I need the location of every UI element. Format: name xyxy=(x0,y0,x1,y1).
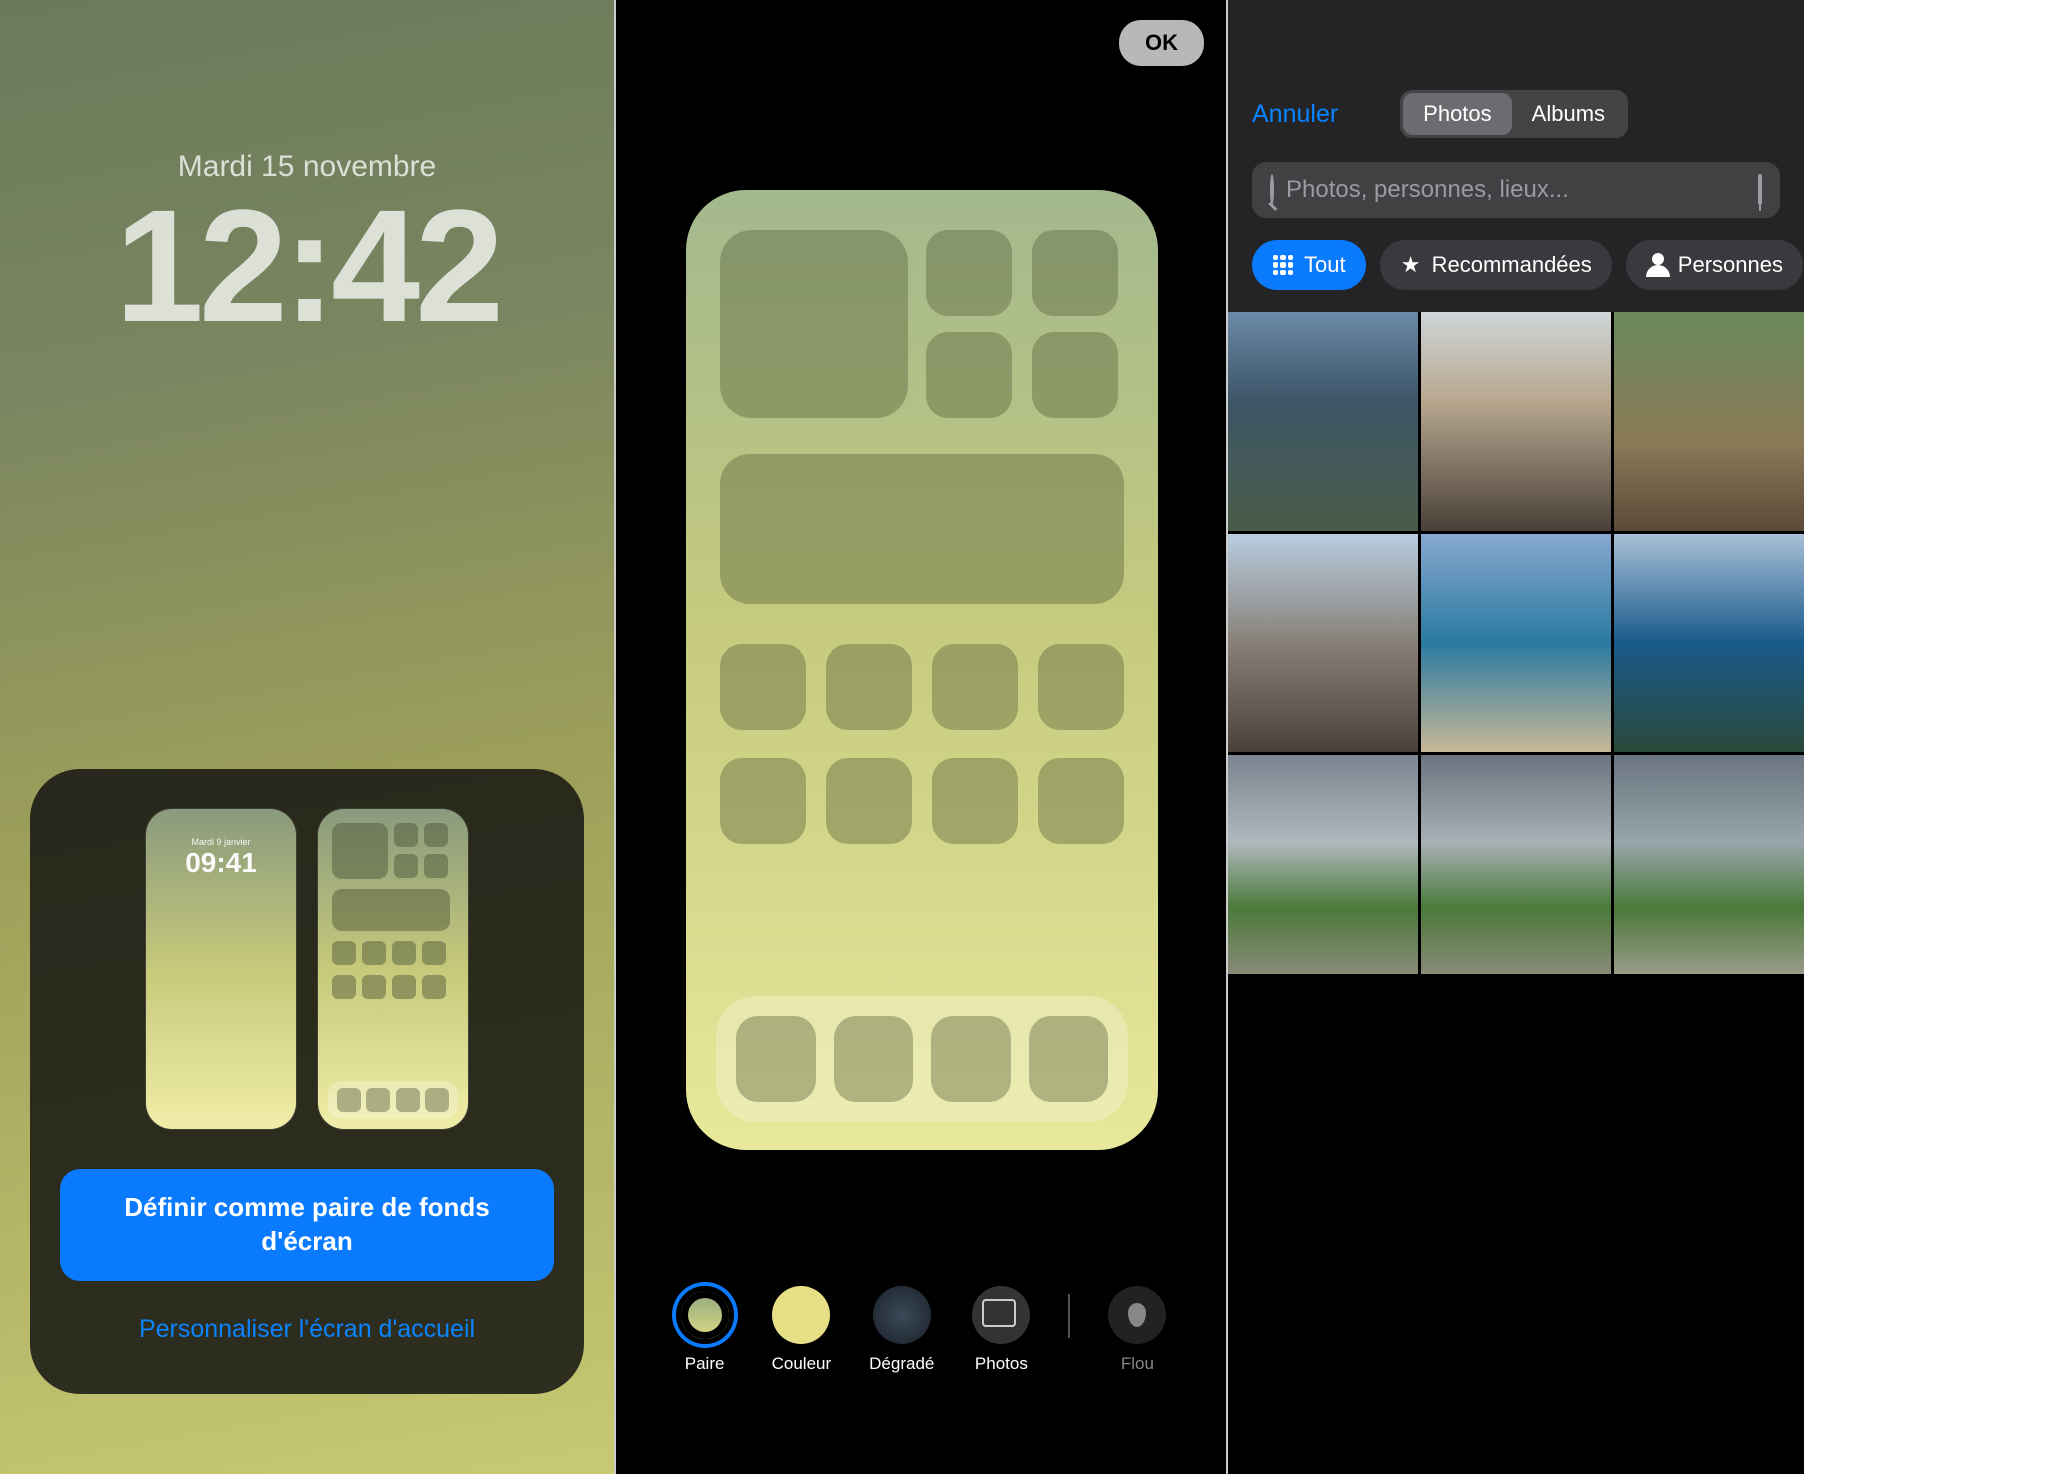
filter-label: Tout xyxy=(1304,252,1346,278)
tool-degrade[interactable]: Dégradé xyxy=(869,1286,934,1374)
app-placeholder xyxy=(720,758,806,844)
grid-icon xyxy=(1272,254,1294,276)
app-placeholder xyxy=(720,644,806,730)
widget-wide-placeholder xyxy=(720,454,1124,604)
mini-app-icon xyxy=(394,823,418,847)
lock-screen-panel: Mardi 15 novembre 12:42 Mardi 9 janvier … xyxy=(0,0,614,1474)
tool-label: Couleur xyxy=(772,1354,832,1374)
photo-thumbnail[interactable] xyxy=(1421,755,1611,974)
mini-app-icon xyxy=(392,975,416,999)
customize-home-link[interactable]: Personnaliser l'écran d'accueil xyxy=(60,1315,554,1344)
mini-app-icon xyxy=(394,854,418,878)
cancel-button[interactable]: Annuler xyxy=(1252,100,1338,129)
filter-label: Recommandées xyxy=(1432,252,1592,278)
mini-app-icon xyxy=(332,941,356,965)
app-placeholder xyxy=(931,1016,1011,1102)
mini-app-icon xyxy=(337,1088,361,1112)
home-screen-editor-panel: OK xyxy=(614,0,1228,1474)
filter-chips: Tout ★ Recommandées Personnes xyxy=(1252,240,1780,312)
app-placeholder xyxy=(1032,332,1118,418)
tool-paire[interactable]: Paire xyxy=(676,1286,734,1374)
photo-thumbnail[interactable] xyxy=(1228,312,1418,531)
mini-app-icon xyxy=(362,975,386,999)
mini-app-icon xyxy=(424,854,448,878)
photos-icon xyxy=(972,1286,1030,1344)
photo-thumbnail[interactable] xyxy=(1614,755,1804,974)
mini-app-icon xyxy=(424,823,448,847)
dock-placeholder xyxy=(716,996,1128,1122)
photo-thumbnail[interactable] xyxy=(1228,755,1418,974)
picker-segmented-control: Photos Albums xyxy=(1400,90,1628,138)
mini-app-icon xyxy=(422,975,446,999)
app-placeholder xyxy=(932,644,1018,730)
picker-header: Annuler Photos Albums Photos, personnes,… xyxy=(1228,0,1804,312)
app-placeholder xyxy=(926,230,1012,316)
mini-app-icon xyxy=(425,1088,449,1112)
blur-icon xyxy=(1108,1286,1166,1344)
toolbar-separator xyxy=(1068,1294,1070,1338)
mini-widget xyxy=(332,823,388,879)
app-placeholder xyxy=(932,758,1018,844)
filter-label: Personnes xyxy=(1678,252,1783,278)
mini-app-icon xyxy=(396,1088,420,1112)
app-placeholder xyxy=(1032,230,1118,316)
app-placeholder xyxy=(826,644,912,730)
tool-flou[interactable]: Flou xyxy=(1108,1286,1166,1374)
mini-dock xyxy=(328,1081,458,1119)
lock-time: 12:42 xyxy=(0,174,614,358)
mini-app-icon xyxy=(362,941,386,965)
search-placeholder: Photos, personnes, lieux... xyxy=(1286,176,1569,204)
mini-widget-wide xyxy=(332,889,450,931)
ok-button[interactable]: OK xyxy=(1119,20,1204,66)
color-swatch-icon xyxy=(772,1286,830,1344)
wallpaper-previews: Mardi 9 janvier 09:41 xyxy=(60,809,554,1129)
app-placeholder xyxy=(926,332,1012,418)
app-placeholder xyxy=(1038,644,1124,730)
background-toolbar: Paire Couleur Dégradé Photos Flou xyxy=(616,1286,1226,1374)
photo-thumbnail[interactable] xyxy=(1228,534,1418,753)
star-icon: ★ xyxy=(1400,254,1422,276)
widget-placeholder xyxy=(720,230,908,418)
mini-time: 09:41 xyxy=(146,847,296,879)
app-placeholder xyxy=(736,1016,816,1102)
mini-date: Mardi 9 janvier xyxy=(146,837,296,847)
photo-picker-panel: Annuler Photos Albums Photos, personnes,… xyxy=(1228,0,1804,1474)
tab-albums[interactable]: Albums xyxy=(1512,93,1625,135)
mini-app-icon xyxy=(392,941,416,965)
search-icon xyxy=(1270,176,1274,204)
mini-home-grid xyxy=(318,809,468,1013)
filter-recommended[interactable]: ★ Recommandées xyxy=(1380,240,1612,290)
filter-people[interactable]: Personnes xyxy=(1626,240,1803,290)
photo-thumbnail[interactable] xyxy=(1421,312,1611,531)
mini-app-icon xyxy=(422,941,446,965)
home-screen-preview[interactable] xyxy=(318,809,468,1129)
mini-app-icon xyxy=(332,975,356,999)
tool-label: Dégradé xyxy=(869,1354,934,1374)
microphone-icon[interactable] xyxy=(1758,176,1762,204)
tool-photos[interactable]: Photos xyxy=(972,1286,1030,1374)
app-placeholder xyxy=(1029,1016,1109,1102)
tab-photos[interactable]: Photos xyxy=(1403,93,1512,135)
set-wallpaper-sheet: Mardi 9 janvier 09:41 xyxy=(30,769,584,1394)
tool-label: Photos xyxy=(975,1354,1028,1374)
tool-label: Paire xyxy=(685,1354,725,1374)
home-preview xyxy=(686,190,1158,1150)
photo-grid xyxy=(1228,312,1804,974)
app-placeholder xyxy=(826,758,912,844)
app-placeholder xyxy=(1038,758,1124,844)
photo-thumbnail[interactable] xyxy=(1614,534,1804,753)
lock-screen-preview[interactable]: Mardi 9 janvier 09:41 xyxy=(146,809,296,1129)
set-as-pair-button[interactable]: Définir comme paire de fonds d'écran xyxy=(60,1169,554,1281)
app-placeholder xyxy=(834,1016,914,1102)
paire-swatch-icon xyxy=(676,1286,734,1344)
filter-all[interactable]: Tout xyxy=(1252,240,1366,290)
gradient-swatch-icon xyxy=(873,1286,931,1344)
photo-thumbnail[interactable] xyxy=(1614,312,1804,531)
mini-app-icon xyxy=(366,1088,390,1112)
search-input[interactable]: Photos, personnes, lieux... xyxy=(1252,162,1780,218)
tool-couleur[interactable]: Couleur xyxy=(772,1286,832,1374)
person-icon xyxy=(1646,254,1668,276)
photo-thumbnail[interactable] xyxy=(1421,534,1611,753)
tool-label: Flou xyxy=(1121,1354,1154,1374)
